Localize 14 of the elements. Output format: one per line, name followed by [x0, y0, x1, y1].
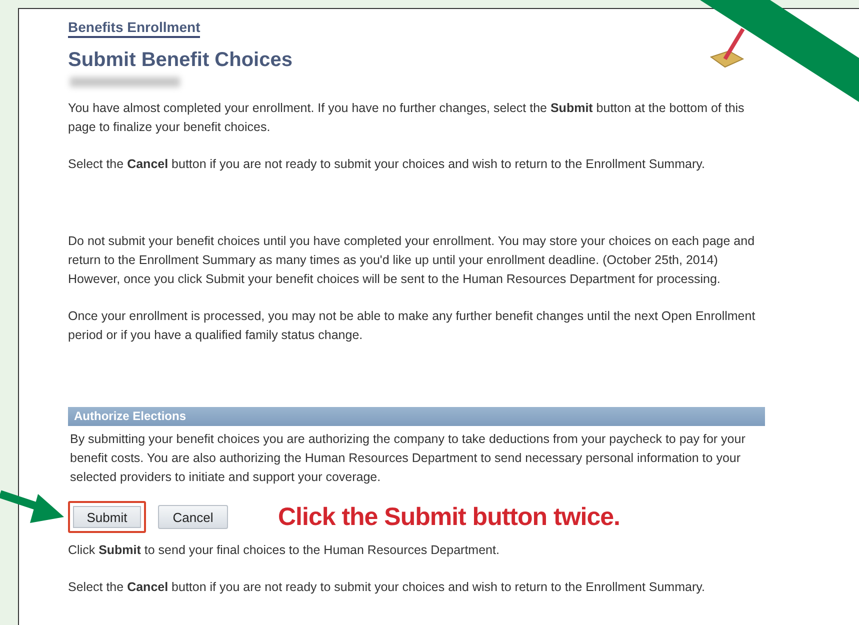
cancel-button[interactable]: Cancel [158, 505, 228, 529]
instruction-text: You have almost completed your enrollment. If you have no further changes, select the Submit button at the bottom of this page to finalize your benefit choices. [68, 100, 746, 136]
pointer-arrow [0, 490, 64, 523]
section-header: Authorize Elections [68, 407, 765, 426]
instruction-text: Do not submit your benefit choices until you have completed your enrollment. You may store your choices on each page and return to the Enrollment Summary as many times as you'd like up until your enrollment deadline. (October 25th, 2014) However, once you click Submit your benefit choices will be sent to the Human Resources Department for processing. [68, 233, 756, 288]
instruction-text: Select the Cancel button if you are not ready to submit your choices and wish to return to the Enrollment Summary. [68, 579, 706, 596]
breadcrumb-link[interactable]: Benefits Enrollment [68, 19, 200, 38]
instruction-text: Once your enrollment is processed, you may not be able to make any further benefit changes until the next Open Enrollment period or if you have a qualified family status change. [68, 308, 756, 344]
callout-text: Click the Submit button twice. [278, 508, 620, 526]
page-title: Submit Benefit Choices [68, 48, 292, 72]
submit-button[interactable]: Submit [68, 501, 146, 533]
instruction-text: Select the Cancel button if you are not ready to submit your choices and wish to return to the Enrollment Summary. [68, 156, 706, 173]
authorization-text: By submitting your benefit choices you are authorizing the company to take deductions from your paycheck to pay for your benefit costs. You are also authorizing the Human Resources Department to send necessary personal information to your selected providers to initiate and support your coverage. [70, 431, 746, 486]
instruction-text: Click Submit to send your final choices to the Human Resources Department. [68, 542, 500, 559]
